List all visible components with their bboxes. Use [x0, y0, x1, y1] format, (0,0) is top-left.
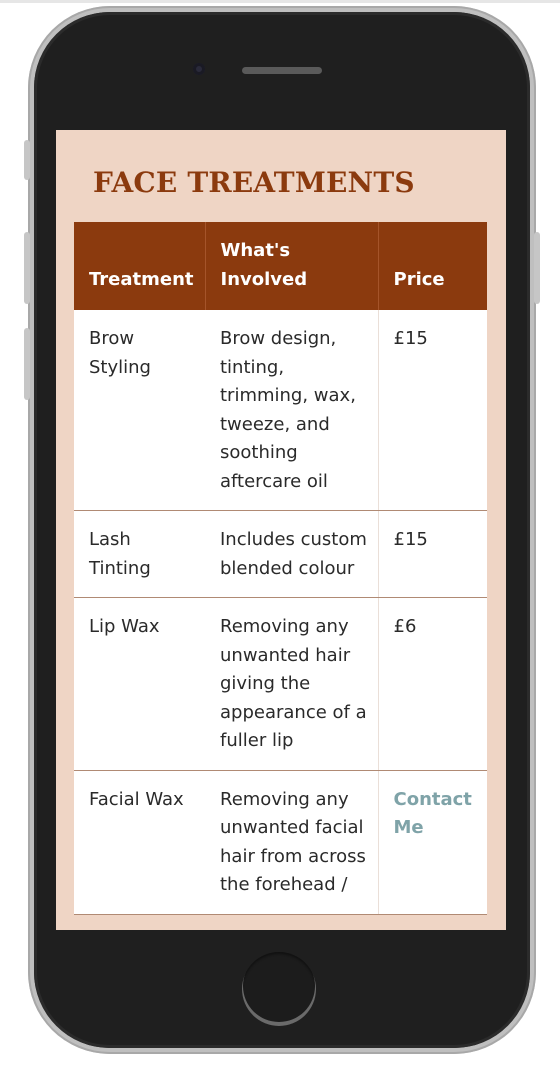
front-camera-icon	[193, 63, 205, 75]
involved-cell: Includes custom blended colour	[205, 510, 378, 598]
treatment-cell: Brow Styling	[74, 310, 205, 511]
involved-cell: Removing any unwanted facial hair from a…	[205, 770, 378, 915]
price-cell: £15	[377, 310, 487, 511]
involved-cell: Brow design, tinting, trimming, wax, twe…	[205, 310, 378, 511]
treatment-cell: Lash Tinting	[74, 510, 205, 598]
browser-top-edge	[0, 0, 560, 3]
silent-switch	[24, 140, 30, 180]
treatment-cell: Facial Wax	[74, 770, 205, 915]
treatments-table: Treatment What's Involved Price Brow Sty…	[74, 222, 487, 915]
treatment-cell: Lip Wax	[74, 597, 205, 771]
phone-screen: FACE TREATMENTS Treatment What's Involve…	[56, 130, 506, 930]
column-header-price: Price	[378, 222, 487, 310]
table-row: Facial Wax Removing any unwanted facial …	[74, 770, 487, 915]
section-title: FACE TREATMENTS	[93, 166, 415, 199]
price-cell: £6	[377, 597, 487, 771]
header-row: Treatment What's Involved Price	[74, 222, 487, 310]
price-cell: £15	[377, 510, 487, 598]
earpiece-speaker	[242, 67, 322, 74]
contact-me-link[interactable]: Contact Me	[394, 789, 472, 839]
table-body: Brow Styling Brow design, tinting, trimm…	[74, 310, 487, 915]
table-header: Treatment What's Involved Price	[74, 222, 487, 310]
power-button	[534, 232, 540, 304]
involved-cell: Removing any unwanted hair giving the ap…	[205, 597, 378, 771]
column-header-treatment: Treatment	[74, 222, 206, 310]
table-row: Lip Wax Removing any unwanted hair givin…	[74, 597, 487, 771]
volume-down-button	[24, 328, 30, 400]
table-row: Brow Styling Brow design, tinting, trimm…	[74, 310, 487, 511]
volume-up-button	[24, 232, 30, 304]
price-cell: Contact Me	[377, 770, 487, 915]
column-header-involved: What's Involved	[205, 222, 379, 310]
table-row: Lash Tinting Includes custom blended col…	[74, 510, 487, 598]
home-button[interactable]	[242, 952, 316, 1026]
